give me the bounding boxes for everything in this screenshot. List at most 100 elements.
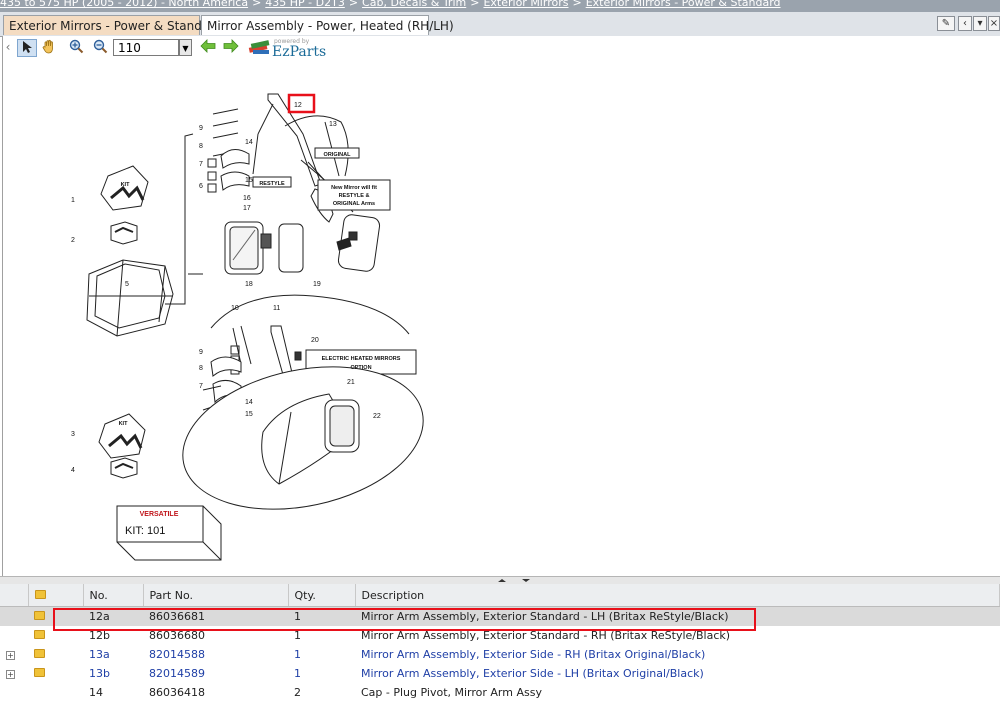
callout-4[interactable]: 4: [71, 467, 75, 474]
header-expand: [0, 584, 29, 607]
diagram-viewer[interactable]: ‹ 110 ▼ powered by EzParts 1 2 3 4 5 6 7…: [2, 36, 1000, 576]
expand-plus-icon[interactable]: +: [6, 651, 15, 660]
pan-hand-icon[interactable]: [40, 39, 58, 55]
folder-icon: [34, 611, 45, 620]
callout-21[interactable]: 21: [347, 379, 355, 386]
cell-qty[interactable]: 1: [288, 664, 355, 683]
breadcrumb-link-cab[interactable]: Cab, Decals & Trim: [362, 0, 466, 9]
zoom-level-input[interactable]: 110: [113, 39, 179, 56]
breadcrumb-separator: >: [572, 0, 582, 9]
tab-bar: Exterior Mirrors - Power & Standard Mirr…: [0, 12, 1000, 37]
breadcrumb-link-current[interactable]: Exterior Mirrors - Power & Standard: [586, 0, 781, 9]
table-header: No. Part No. Qty. Description: [0, 584, 1000, 607]
callout-10[interactable]: 10: [231, 305, 239, 312]
label-original: ORIGINAL: [324, 152, 352, 158]
callout-8-lower[interactable]: 8: [199, 365, 203, 372]
table-row[interactable]: 12a 86036681 1 Mirror Arm Assembly, Exte…: [0, 606, 1000, 626]
folder-icon: [34, 589, 46, 599]
cell-part-no[interactable]: 82014588: [143, 645, 288, 664]
cell-part-no[interactable]: 82014589: [143, 664, 288, 683]
callout-9-lower[interactable]: 9: [199, 349, 203, 356]
table-row[interactable]: + 13a 82014588 1 Mirror Arm Assembly, Ex…: [0, 645, 1000, 664]
folder-icon: [34, 649, 45, 658]
label-restyle: RESTYLE: [259, 181, 285, 187]
cell-description[interactable]: Mirror Arm Assembly, Exterior Side - RH …: [355, 645, 1000, 664]
mirror-head-19: [336, 214, 381, 272]
callout-13[interactable]: 13: [329, 121, 337, 128]
cell-description: Mirror Arm Assembly, Exterior Standard -…: [355, 606, 1000, 626]
callout-2[interactable]: 2: [71, 237, 75, 244]
cell-description[interactable]: Mirror Arm Assembly, Exterior Side - LH …: [355, 664, 1000, 683]
callout-22[interactable]: 22: [373, 413, 381, 420]
collapse-left-icon[interactable]: ‹: [5, 39, 11, 55]
label-kit-3: KIT: [119, 421, 129, 427]
callout-15[interactable]: 15: [245, 177, 253, 184]
header-part-no[interactable]: Part No.: [143, 584, 289, 607]
label-electric-1: ELECTRIC HEATED MIRRORS: [322, 356, 401, 362]
zoom-dropdown-icon[interactable]: ▼: [179, 39, 192, 56]
kit-box-1: [100, 165, 149, 245]
ezparts-name: EzParts: [272, 44, 327, 60]
cell-no: 12a: [83, 606, 143, 626]
callout-17[interactable]: 17: [243, 205, 251, 212]
callout-8[interactable]: 8: [199, 143, 203, 150]
breadcrumb-separator: >: [252, 0, 262, 9]
callout-20[interactable]: 20: [311, 337, 319, 344]
zoom-in-icon[interactable]: [67, 39, 85, 55]
header-description[interactable]: Description: [355, 584, 1000, 607]
table-row[interactable]: 12b 86036680 1 Mirror Arm Assembly, Exte…: [0, 626, 1000, 645]
pointer-icon[interactable]: [17, 39, 37, 57]
cell-qty[interactable]: 1: [288, 645, 355, 664]
callout-14[interactable]: 14: [245, 139, 253, 146]
folder-icon: [34, 668, 45, 677]
callout-7-lower[interactable]: 7: [199, 383, 203, 390]
table-row[interactable]: 14 86036418 2 Cap - Plug Pivot, Mirror A…: [0, 683, 1000, 702]
cell-part-no: 86036418: [149, 686, 205, 699]
callout-3[interactable]: 3: [71, 431, 75, 438]
scroll-left-icon[interactable]: ‹: [958, 16, 972, 31]
pin-icon[interactable]: ✎: [937, 16, 955, 31]
cell-no[interactable]: 13a: [83, 645, 143, 664]
breadcrumb-separator: >: [470, 0, 480, 9]
cell-qty: 2: [294, 686, 301, 699]
cell-qty: 1: [294, 629, 301, 642]
callout-16[interactable]: 16: [243, 195, 251, 202]
parts-diagram: 1 2 3 4 5 6 7 8 9 10 11 12 13 14 15 16 1…: [71, 93, 424, 561]
callout-7[interactable]: 7: [199, 161, 203, 168]
tab-list-icon[interactable]: ▾: [973, 16, 987, 31]
bracket-line: [165, 133, 194, 305]
callout-14-lower[interactable]: 14: [245, 399, 253, 406]
folder-icon: [34, 630, 45, 639]
callout-1[interactable]: 1: [71, 197, 75, 204]
callout-12[interactable]: 12: [294, 102, 302, 109]
forward-arrow-icon[interactable]: [222, 39, 240, 55]
tab-exterior-mirrors[interactable]: Exterior Mirrors - Power & Standard: [3, 15, 222, 35]
cell-part-no: 86036680: [149, 629, 205, 642]
tab-mirror-assembly[interactable]: Mirror Assembly - Power, Heated (RH/LH): [201, 15, 454, 35]
ezparts-books-icon: [248, 40, 270, 54]
expand-plus-icon[interactable]: +: [6, 670, 15, 679]
callout-5[interactable]: 5: [125, 281, 129, 288]
callout-15-lower[interactable]: 15: [245, 411, 253, 418]
cell-no[interactable]: 13b: [83, 664, 143, 683]
breadcrumb-link-mirrors[interactable]: Exterior Mirrors: [483, 0, 568, 9]
header-no[interactable]: No.: [83, 584, 144, 607]
label-electric-2: OPTION: [350, 365, 371, 371]
cell-no: 14: [89, 686, 103, 699]
cell-part-no: 86036681: [143, 606, 288, 626]
close-icon[interactable]: ×: [988, 16, 1000, 31]
callout-6[interactable]: 6: [199, 183, 203, 190]
callout-19[interactable]: 19: [313, 281, 321, 288]
callout-9[interactable]: 9: [199, 125, 203, 132]
cell-description: Cap - Plug Pivot, Mirror Arm Assy: [361, 686, 542, 699]
zoom-out-icon[interactable]: [91, 39, 109, 55]
table-row[interactable]: + 13b 82014589 1 Mirror Arm Assembly, Ex…: [0, 664, 1000, 683]
header-qty[interactable]: Qty.: [288, 584, 356, 607]
back-arrow-icon[interactable]: [199, 39, 217, 55]
breadcrumb-link-engine[interactable]: 435 HP - D2T3: [265, 0, 345, 9]
cell-no: 12b: [89, 629, 110, 642]
callout-18[interactable]: 18: [245, 281, 253, 288]
breadcrumb-link-model[interactable]: 435 to 575 HP (2005 - 2012) - North Amer…: [0, 0, 248, 9]
callout-11[interactable]: 11: [273, 305, 280, 312]
label-new-mirror-1: New Mirror will fit: [331, 185, 377, 191]
